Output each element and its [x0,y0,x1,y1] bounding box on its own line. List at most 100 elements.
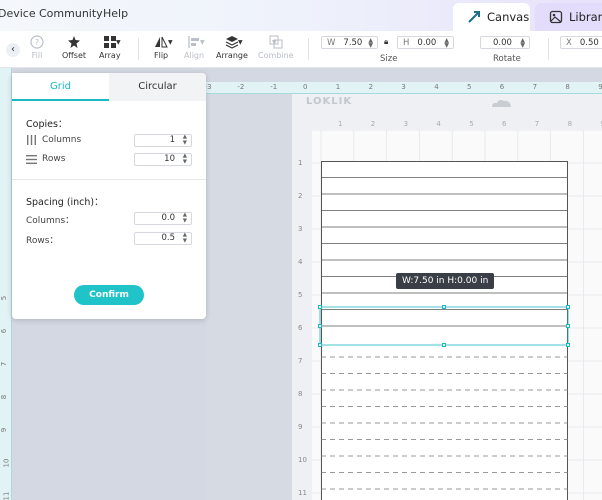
offset-button[interactable]: Offset [62,35,86,60]
height-stepper-icon[interactable]: ▲ ▼ [444,38,449,49]
menu-help[interactable]: Help [103,7,128,20]
rotate-field[interactable]: 0.00 ▲ ▼ [480,36,530,49]
resize-handle[interactable] [442,305,446,309]
stepper-arrows-icon[interactable]: ▲ ▼ [183,212,187,224]
tab-canvas[interactable]: Canvas [453,3,530,31]
toolbar-divider [308,38,309,60]
mat-ruler-label: 3 [403,120,409,128]
mat-ruler-label: 6 [298,324,303,332]
resize-handle[interactable] [566,343,570,347]
resize-handle[interactable] [318,324,322,328]
mat-ruler-label: 7 [534,120,540,128]
left-ruler-label: 6 [0,328,9,334]
offset-icon [68,36,81,48]
mat-ruler-label: 11 [298,489,307,497]
x-field[interactable]: X 0.50 [560,36,602,49]
back-button[interactable]: ‹ [6,43,20,57]
workspace-area[interactable] [206,94,292,500]
combine-label: Combine [258,51,294,60]
array-dropdown-icon[interactable]: ▼ [116,39,121,46]
top-ruler-label: 4 [434,83,439,91]
arrange-button[interactable]: Arrange [216,35,248,60]
width-stepper-icon[interactable]: ▲ ▼ [368,38,373,49]
help-circle-icon: ? [30,35,44,49]
tab-library-label: Library [569,10,602,24]
rotate-value: 0.00 [493,37,512,48]
flip-icon [155,36,168,48]
dimension-tooltip: W:7.50 in H:0.00 in [396,273,495,289]
rotate-stepper-icon[interactable]: ▲ ▼ [520,38,525,49]
width-field[interactable]: W 7.50 ▲ ▼ [321,36,378,49]
cloud-icon [492,99,511,107]
stepper-arrows-icon[interactable]: ▲ ▼ [183,232,187,244]
resize-handle[interactable] [566,305,570,309]
resize-handle[interactable] [318,305,322,309]
top-ruler-label: 7 [532,83,538,91]
width-value: 7.50 [343,37,363,48]
layers-icon [225,36,239,49]
selection-box[interactable] [316,302,576,350]
size-group-label: Size [380,54,398,64]
rows-icon [26,155,37,164]
left-ruler-label: 7 [0,361,9,367]
resize-handle[interactable] [318,343,322,347]
top-ruler-label: 1 [335,83,341,91]
tab-canvas-label: Canvas [487,10,530,24]
resize-handle[interactable] [442,343,446,347]
panel-divider [12,179,206,180]
rows-row: Rows [26,154,65,164]
top-ruler-label: -1 [270,83,278,91]
left-ruler-label: 9 [0,427,9,433]
mat-ruler-label: 1 [338,120,343,128]
arrange-label: Arrange [216,51,248,60]
left-ruler-label: 11 [2,491,11,500]
mat-ruler-label: 2 [298,192,303,200]
mat-ruler-label: 5 [469,120,474,128]
spacing-columns-stepper[interactable]: 0.0 ▲ ▼ [134,212,192,225]
x-value: 0.50 [579,37,599,48]
canvas-icon [468,11,480,23]
columns-row: Columns [26,135,81,145]
mat-ruler-label: 1 [298,159,303,167]
spacing-rows-stepper[interactable]: 0.5 ▲ ▼ [134,232,192,245]
align-dropdown-icon[interactable]: ▼ [200,39,205,46]
x-field-label: X [566,37,572,48]
arrange-dropdown-icon[interactable]: ▼ [238,39,243,46]
menu-community[interactable]: Community [39,7,103,20]
top-ruler-label: -2 [237,83,245,91]
flip-button[interactable]: Flip [154,35,168,60]
mat-ruler-label: 10 [298,456,307,464]
rows-stepper[interactable]: 10 ▲ ▼ [134,153,192,166]
columns-stepper[interactable]: 1 ▲ ▼ [134,134,192,147]
top-ruler-label: 9 [598,83,602,91]
menu-device[interactable]: Device [0,7,36,20]
mat-ruler-label: 4 [298,258,303,266]
resize-handle[interactable] [566,324,570,328]
combine-dropdown-icon[interactable]: ▼ [272,39,277,46]
top-ruler-label: 2 [368,83,374,91]
mat-ruler-label: 6 [502,120,507,128]
left-ruler-label: 10 [2,458,11,468]
spacing-columns-label: Columns： [26,216,75,226]
lock-icon[interactable]: 🔒︎ [384,37,388,47]
left-ruler-label: 5 [0,295,9,301]
height-field[interactable]: H 0.00 ▲ ▼ [397,36,454,49]
toolbar-divider [138,38,139,60]
mat-logo: LOKLIK [306,96,353,107]
stepper-arrows-icon[interactable]: ▲ ▼ [183,134,187,146]
toolbar-divider [548,38,549,60]
array-icon [103,36,116,48]
left-ruler-label: 8 [0,394,9,400]
mat-left-ruler: 1 2 3 4 5 6 7 8 9 10 11 [292,130,312,500]
mat-ruler-label: 7 [298,357,303,365]
confirm-button[interactable]: Confirm [74,285,144,305]
flip-dropdown-icon[interactable]: ▼ [168,39,173,46]
tab-circular[interactable]: Circular [109,73,206,101]
height-field-label: H [403,37,410,48]
top-ruler-label: 0 [303,83,308,91]
fill-button[interactable]: ? Fill [30,35,44,60]
tab-grid[interactable]: Grid [12,73,109,101]
offset-label: Offset [62,51,87,60]
stepper-arrows-icon[interactable]: ▲ ▼ [183,153,187,165]
tab-library[interactable]: Library [535,3,602,31]
